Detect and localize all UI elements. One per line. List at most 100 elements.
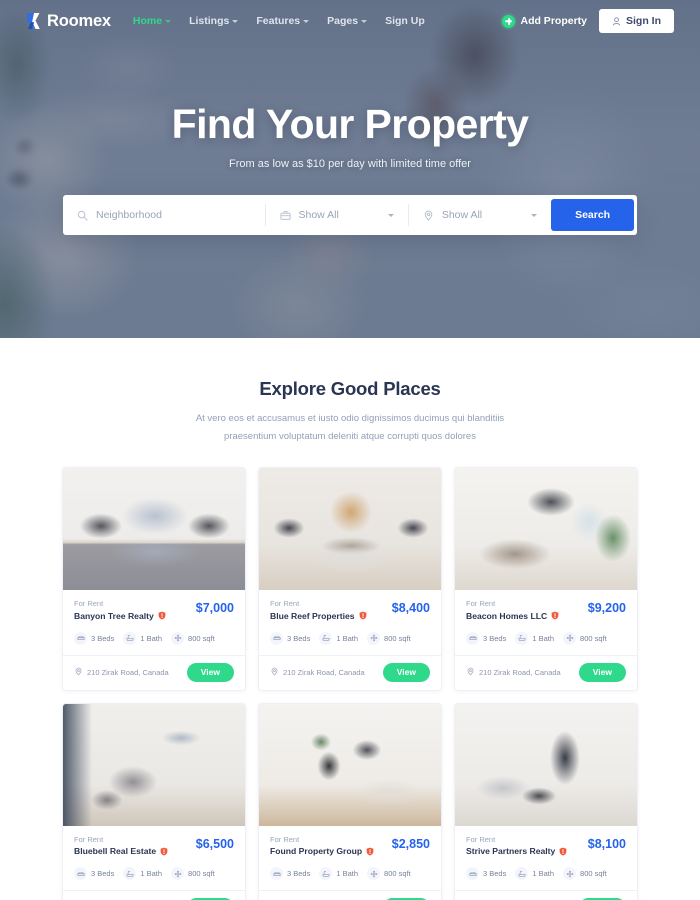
logo[interactable]: Roomex <box>26 11 111 31</box>
location-select[interactable]: Show All <box>409 195 551 235</box>
property-realty-label: Blue Reef Properties <box>270 610 355 621</box>
feature-beds-label: 3 Beds <box>91 869 115 879</box>
feature-baths-label: 1 Bath <box>532 869 555 879</box>
property-address: 210 Zirak Road, Canada <box>74 667 169 678</box>
bed-icon <box>74 631 87 645</box>
bath-icon <box>123 631 137 645</box>
property-titles: For Rent Blue Reef Properties <box>270 599 367 621</box>
hero-content: Find Your Property From as low as $10 pe… <box>0 0 700 338</box>
property-realty-label: Found Property Group <box>270 846 363 857</box>
explore-subtitle-line2: praesentium voluptatum deleniti atque co… <box>224 430 476 442</box>
nav-item-sign-up[interactable]: Sign Up <box>385 15 425 27</box>
bed-icon <box>74 867 87 881</box>
view-button[interactable]: View <box>578 662 626 682</box>
property-features: 3 Beds 1 Bath 800 sqft <box>466 856 626 890</box>
property-image <box>63 703 245 826</box>
chevron-down-icon <box>361 19 368 23</box>
property-features: 3 Beds 1 Bath 800 sqft <box>466 621 626 655</box>
view-button[interactable]: View <box>382 662 430 682</box>
property-card[interactable]: For Rent Bluebell Real Estate $6,500 3 B… <box>62 702 246 900</box>
bed-icon <box>270 867 283 881</box>
feature-area: 800 sqft <box>171 631 215 645</box>
status-badge: For Rent <box>74 834 104 844</box>
roomex-r-mark-icon <box>26 11 44 31</box>
property-price: $8,400 <box>391 601 430 616</box>
property-image <box>455 468 637 591</box>
nav-item-features[interactable]: Features <box>256 15 310 27</box>
nav-item-home[interactable]: Home <box>133 15 172 27</box>
property-card-header: For Rent Found Property Group $2,850 <box>270 835 430 857</box>
property-card[interactable]: For Rent Beacon Homes LLC $9,200 3 Beds … <box>454 467 638 691</box>
logo-text: Roomex <box>47 11 111 30</box>
feature-baths-label: 1 Bath <box>336 633 359 643</box>
property-titles: For Rent Beacon Homes LLC <box>466 599 559 621</box>
property-card[interactable]: For Rent Blue Reef Properties $8,400 3 B… <box>258 467 442 691</box>
bed-icon <box>466 631 479 645</box>
feature-beds: 3 Beds <box>74 631 115 645</box>
feature-beds-label: 3 Beds <box>483 633 507 643</box>
nav-item-features-label: Features <box>256 15 301 27</box>
property-price: $7,000 <box>195 601 234 616</box>
property-card-footer: 210 Zirak Road, Canada View <box>455 654 637 690</box>
category-select-value: Show All <box>298 209 339 221</box>
property-card[interactable]: For Rent Strive Partners Realty $8,100 3… <box>454 702 638 900</box>
area-expand-icon <box>171 631 185 645</box>
property-card-footer: 210 Zirak Road, Canada View <box>259 654 441 690</box>
status-badge: For Rent <box>270 834 300 844</box>
verified-shield-icon <box>551 611 559 620</box>
feature-area-label: 800 sqft <box>384 633 411 643</box>
bath-icon <box>515 631 529 645</box>
property-card-body: For Rent Blue Reef Properties $8,400 3 B… <box>259 590 441 655</box>
property-card[interactable]: For Rent Found Property Group $2,850 3 B… <box>258 702 442 900</box>
status-badge: For Rent <box>270 599 300 609</box>
feature-baths-label: 1 Bath <box>532 633 555 643</box>
person-icon <box>612 16 621 26</box>
property-realty-label: Bluebell Real Estate <box>74 846 157 857</box>
view-button[interactable]: View <box>186 662 234 682</box>
property-image <box>259 703 441 826</box>
property-realty: Bluebell Real Estate <box>74 846 168 856</box>
location-select-value: Show All <box>441 209 483 221</box>
chevron-down-icon <box>387 213 394 217</box>
area-expand-icon <box>171 867 185 881</box>
map-pin-icon <box>270 667 279 678</box>
verified-shield-icon <box>359 611 367 620</box>
property-realty-label: Beacon Homes LLC <box>466 610 548 621</box>
property-realty: Beacon Homes LLC <box>466 611 559 621</box>
navbar-actions: Add Property Sign In <box>502 9 674 33</box>
feature-baths-label: 1 Bath <box>140 869 163 879</box>
hero-subtitle: From as low as $10 per day with limited … <box>229 158 471 170</box>
nav-links: Home Listings Features Pages Sign Up <box>133 15 425 27</box>
sign-in-button[interactable]: Sign In <box>599 9 674 33</box>
neighborhood-input[interactable]: Neighborhood <box>63 195 265 235</box>
feature-baths-label: 1 Bath <box>140 633 163 643</box>
nav-item-sign-up-label: Sign Up <box>385 15 425 27</box>
chevron-down-icon <box>531 213 538 217</box>
bath-icon <box>319 631 333 645</box>
verified-shield-icon <box>366 847 374 856</box>
feature-baths: 1 Bath <box>319 867 358 881</box>
property-price: $6,500 <box>195 836 234 851</box>
area-expand-icon <box>367 867 381 881</box>
property-realty: Blue Reef Properties <box>270 611 367 621</box>
nav-item-listings[interactable]: Listings <box>189 15 239 27</box>
feature-area: 800 sqft <box>171 867 215 881</box>
plus-circle-icon <box>502 14 516 28</box>
search-button[interactable]: Search <box>551 199 634 231</box>
verified-shield-icon <box>158 611 166 620</box>
property-card-body: For Rent Bluebell Real Estate $6,500 3 B… <box>63 826 245 891</box>
hero-section: Roomex Home Listings Features Pages Sign… <box>0 0 700 338</box>
property-features: 3 Beds 1 Bath 800 sqft <box>270 856 430 890</box>
area-expand-icon <box>367 631 381 645</box>
feature-beds-label: 3 Beds <box>91 633 115 643</box>
property-card[interactable]: For Rent Banyon Tree Realty $7,000 3 Bed… <box>62 467 246 691</box>
property-cards-grid: For Rent Banyon Tree Realty $7,000 3 Bed… <box>62 467 638 900</box>
property-realty-label: Banyon Tree Realty <box>74 610 154 621</box>
nav-item-pages[interactable]: Pages <box>327 15 368 27</box>
property-card-footer: 210 Zirak Road, Canada View <box>63 890 245 900</box>
add-property-button[interactable]: Add Property <box>502 14 587 28</box>
property-price: $9,200 <box>587 601 626 616</box>
map-pin-icon <box>466 667 475 678</box>
property-address-label: 210 Zirak Road, Canada <box>87 667 169 677</box>
category-select[interactable]: Show All <box>266 195 408 235</box>
